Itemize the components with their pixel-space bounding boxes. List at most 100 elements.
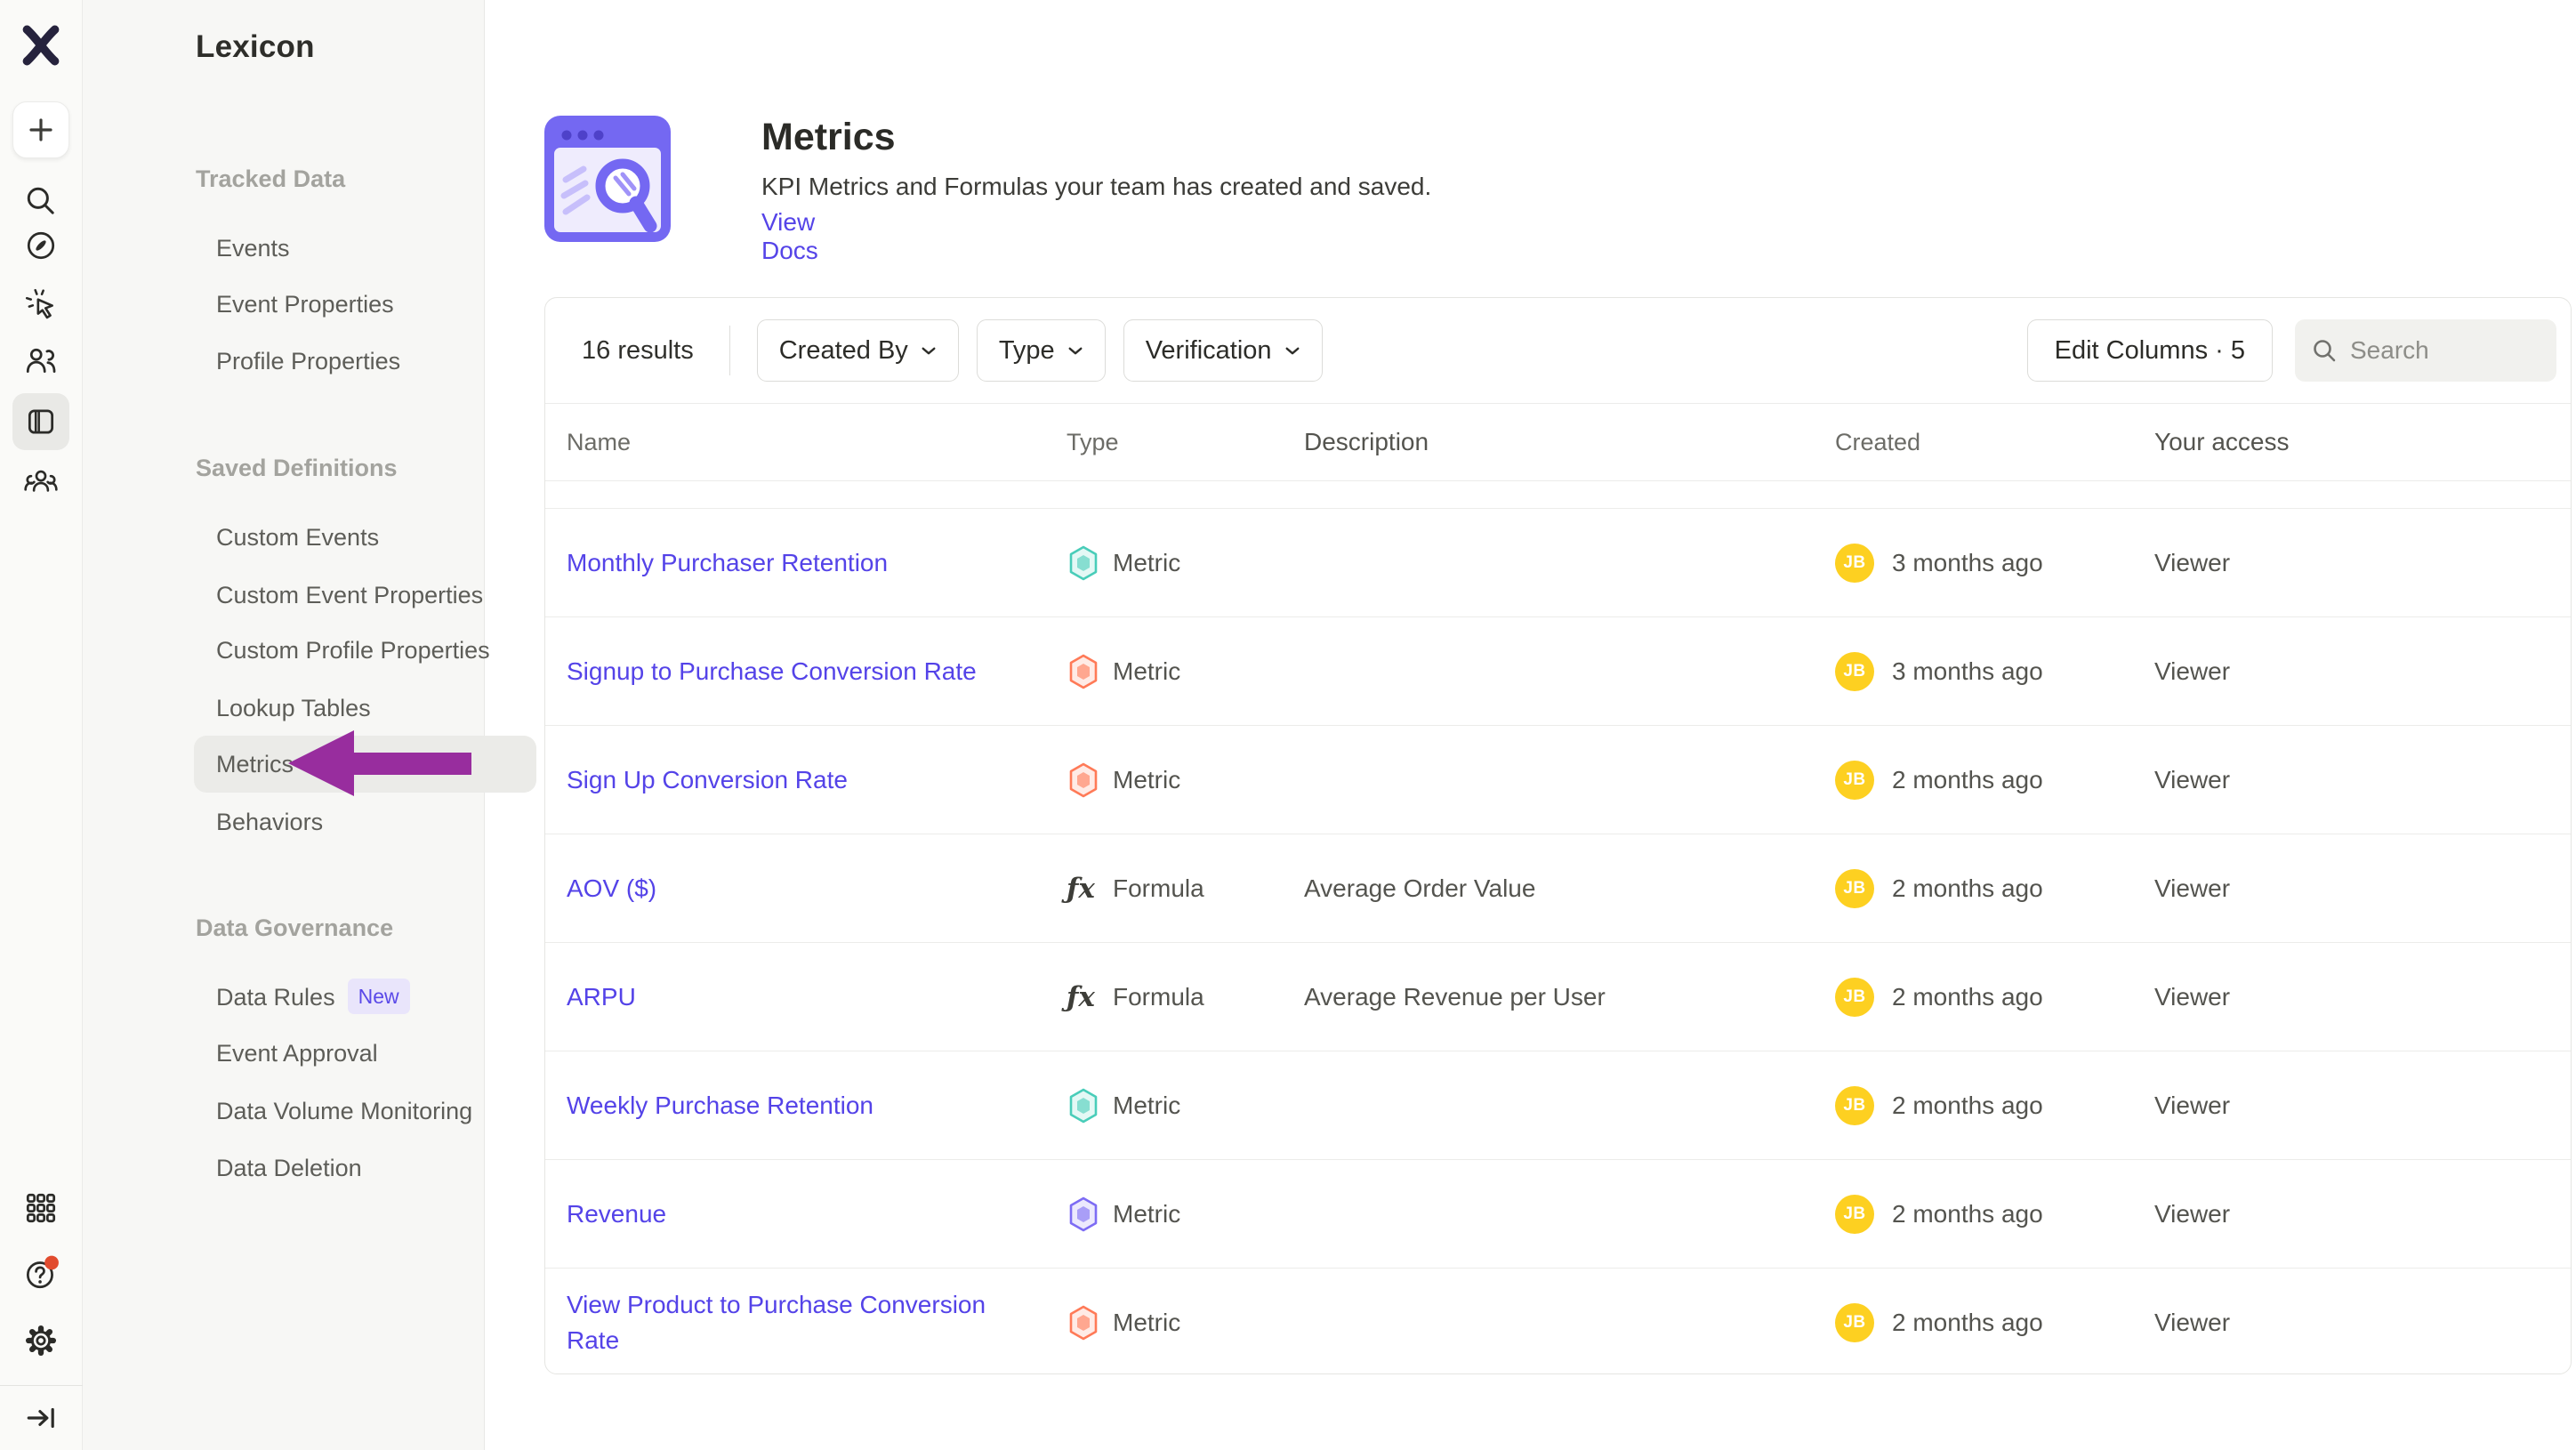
section-saved-definitions: Saved Definitions [196, 439, 398, 496]
new-report-button[interactable] [12, 101, 69, 158]
new-badge: New [348, 979, 410, 1014]
avatar: JB [1835, 1195, 1874, 1234]
access-cell: Viewer [2154, 766, 2571, 794]
filter-type[interactable]: Type [977, 319, 1106, 382]
metric-name-link[interactable]: Monthly Purchaser Retention [567, 549, 888, 576]
type-label: Formula [1113, 983, 1204, 1011]
chevron-down-icon [1067, 346, 1083, 356]
filter-verification-label: Verification [1146, 336, 1272, 366]
cursor-click-icon[interactable] [23, 286, 59, 322]
table-row[interactable]: Monthly Purchaser Retention ƒx Metric JB… [545, 509, 2571, 617]
search-icon [2311, 337, 2338, 364]
search-input[interactable] [2350, 336, 2528, 365]
icon-rail [0, 0, 83, 1450]
organization-icon[interactable] [22, 464, 60, 502]
sidebar-item-events[interactable]: Events [216, 220, 290, 277]
sidebar-item-event-approval[interactable]: Event Approval [216, 1025, 378, 1082]
filter-created-by-label: Created By [779, 336, 908, 366]
sidebar-item-behaviors[interactable]: Behaviors [216, 793, 323, 850]
table-row[interactable]: AOV ($) ƒx Formula Average Order Value J… [545, 834, 2571, 943]
avatar: JB [1835, 1086, 1874, 1125]
filter-verification[interactable]: Verification [1123, 319, 1323, 382]
sidebar-item-event-properties[interactable]: Event Properties [216, 276, 394, 333]
apps-grid-icon[interactable] [22, 1189, 60, 1227]
metric-name-link[interactable]: ARPU [567, 983, 636, 1011]
search-icon[interactable] [24, 184, 58, 218]
main-content: Metrics KPI Metrics and Formulas your te… [486, 0, 2576, 1450]
scrolled-row-sliver [545, 481, 2571, 509]
sidebar-item-data-volume-monitoring[interactable]: Data Volume Monitoring [216, 1083, 472, 1140]
table-row[interactable]: Revenue ƒx Metric JB2 months ago Viewer [545, 1160, 2571, 1269]
type-label: Metric [1113, 1309, 1180, 1337]
type-label: Metric [1113, 549, 1180, 577]
sidebar-item-data-rules[interactable]: Data Rules New [216, 969, 410, 1026]
metric-type-icon: ƒx [1067, 1087, 1100, 1124]
sidebar-item-metrics[interactable]: Metrics [194, 736, 536, 793]
users-icon[interactable] [23, 342, 59, 378]
plus-icon [28, 117, 54, 143]
data-rules-label: Data Rules [216, 984, 335, 1011]
help-icon[interactable] [21, 1253, 60, 1293]
created-time: 3 months ago [1892, 657, 2043, 686]
created-time: 3 months ago [1892, 549, 2043, 577]
table-row[interactable]: Sign Up Conversion Rate ƒx Metric JB 2 mo… [545, 726, 2571, 834]
toolbar-separator [729, 326, 730, 375]
metric-name-link[interactable]: Signup to Purchase Conversion Rate [567, 657, 977, 685]
lexicon-panel-selected[interactable] [12, 393, 69, 450]
chevron-down-icon [921, 346, 937, 356]
sidebar-item-profile-properties[interactable]: Profile Properties [216, 333, 400, 390]
description-cell: Average Revenue per User [1304, 983, 1835, 1011]
metric-name-link[interactable]: Sign Up Conversion Rate [567, 766, 848, 793]
created-time: 2 months ago [1892, 874, 2043, 903]
search-box[interactable] [2295, 319, 2556, 382]
filter-type-label: Type [999, 336, 1055, 366]
page-subtitle: KPI Metrics and Formulas your team has c… [761, 173, 1431, 201]
lexicon-panel-icon [24, 405, 58, 439]
rail-divider [0, 1385, 83, 1386]
table-row[interactable]: Signup to Purchase Conversion Rate ƒx Me… [545, 617, 2571, 726]
sidebar-item-data-deletion[interactable]: Data Deletion [216, 1140, 362, 1196]
sidebar-item-lookup-tables[interactable]: Lookup Tables [216, 680, 371, 737]
type-label: Metric [1113, 766, 1180, 794]
created-time: 2 months ago [1892, 766, 2043, 794]
metric-type-icon: ƒx [1067, 653, 1100, 690]
metric-name-link[interactable]: Revenue [567, 1200, 666, 1228]
avatar: JB [1835, 869, 1874, 908]
mixpanel-logo-icon[interactable] [20, 25, 61, 66]
page-header: Metrics KPI Metrics and Formulas your te… [544, 116, 671, 242]
avatar: JB [1835, 761, 1874, 800]
metric-name-link[interactable]: AOV ($) [567, 874, 656, 902]
sidebar-item-custom-event-properties[interactable]: Custom Event Properties [216, 567, 483, 624]
metric-name-link[interactable]: View Product to Purchase Conversion Rate [567, 1291, 986, 1354]
metric-type-icon: ƒx [1067, 1304, 1100, 1341]
table-row[interactable]: View Product to Purchase Conversion Rate… [545, 1269, 2571, 1374]
metric-type-icon: ƒx [1067, 1196, 1100, 1233]
col-your-access: Your access [2154, 428, 2571, 456]
metric-type-icon: ƒx [1067, 544, 1100, 582]
settings-gear-icon[interactable] [22, 1322, 60, 1359]
chevron-down-icon [1284, 346, 1300, 356]
collapse-sign-out-icon[interactable] [24, 1401, 58, 1435]
edit-columns-button[interactable]: Edit Columns · 5 [2027, 319, 2273, 382]
created-time: 2 months ago [1892, 1200, 2043, 1228]
formula-icon: ƒx [1067, 979, 1100, 1016]
table-toolbar: 16 results Created By Type Verification … [545, 298, 2571, 404]
filter-created-by[interactable]: Created By [757, 319, 959, 382]
table-row[interactable]: ARPU ƒx Formula Average Revenue per User… [545, 943, 2571, 1051]
col-description: Description [1304, 428, 1835, 456]
avatar: JB [1835, 978, 1874, 1017]
metric-type-icon: ƒx [1067, 761, 1100, 799]
table-row[interactable]: Weekly Purchase Retention ƒx Metric JB2 … [545, 1051, 2571, 1160]
view-docs-link[interactable]: View Docs [761, 208, 818, 265]
type-label: Formula [1113, 874, 1204, 903]
metric-name-link[interactable]: Weekly Purchase Retention [567, 1092, 873, 1119]
avatar: JB [1835, 652, 1874, 691]
avatar: JB [1835, 1303, 1874, 1342]
page-title: Metrics [761, 116, 896, 159]
sidebar-item-custom-events[interactable]: Custom Events [216, 509, 379, 566]
sidebar-title: Lexicon [196, 29, 315, 65]
section-data-governance: Data Governance [196, 899, 393, 956]
created-time: 2 months ago [1892, 1309, 2043, 1337]
sidebar-item-custom-profile-properties[interactable]: Custom Profile Properties [216, 622, 490, 679]
compass-icon[interactable] [24, 229, 58, 262]
